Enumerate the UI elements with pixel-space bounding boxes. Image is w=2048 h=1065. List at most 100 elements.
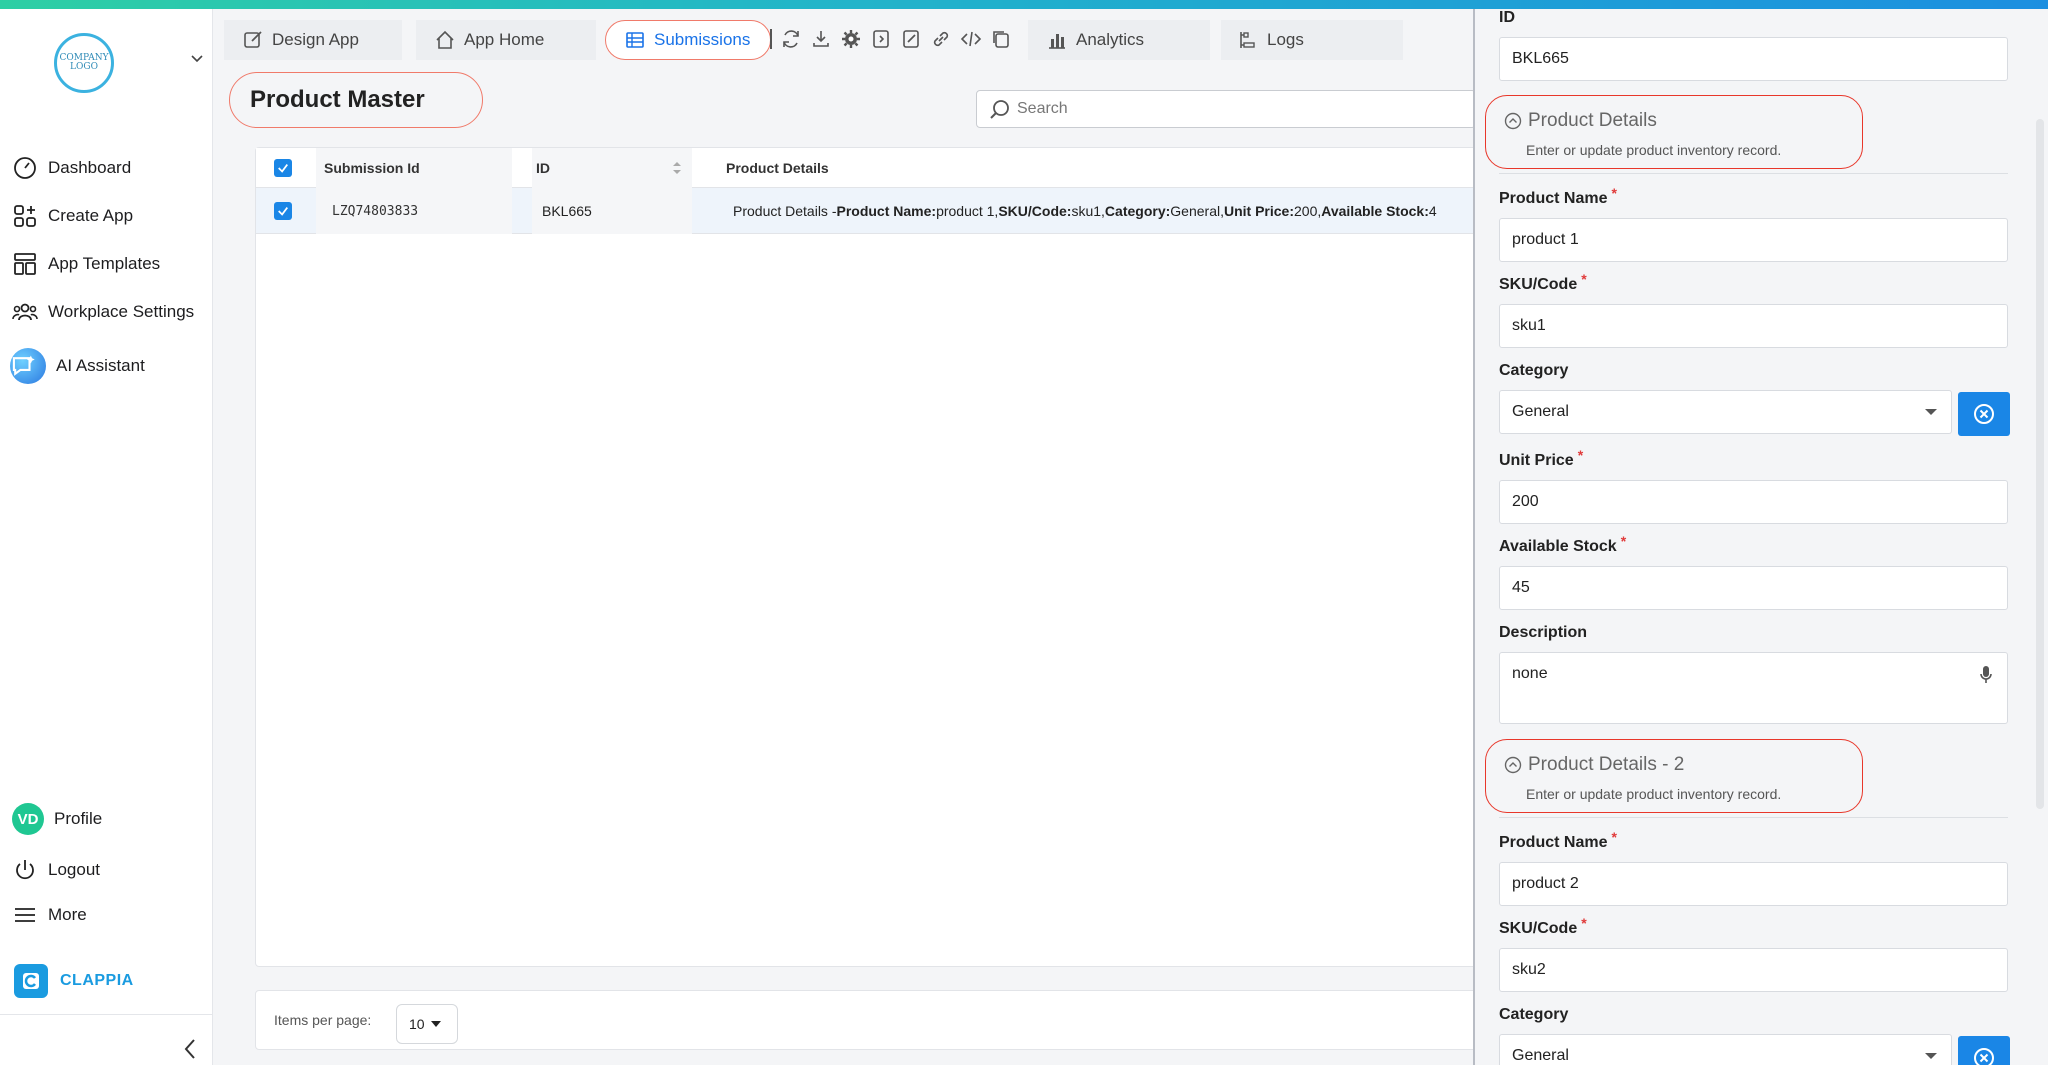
chevron-up-circle-icon [1504, 112, 1522, 130]
chevron-down-icon[interactable] [190, 51, 204, 65]
sku-2-field[interactable]: sku2 [1499, 948, 2008, 992]
tab-submissions[interactable]: Submissions [605, 20, 771, 60]
bar-chart-icon [1049, 34, 1065, 49]
pagination-bar: Items per page: 10 [255, 990, 1480, 1050]
brand: CLAPPIA [14, 964, 134, 998]
section-title-text: Product Details - 2 [1528, 754, 1685, 775]
tab-design-app[interactable]: Design App [224, 20, 402, 60]
search-input[interactable] [1017, 100, 1417, 118]
caret-down-icon [1925, 1053, 1937, 1059]
sidebar-item-more[interactable]: More [12, 900, 87, 930]
sidebar-item-label: App Templates [48, 254, 161, 273]
cell-submission-id[interactable]: LZQ74803833 [316, 188, 512, 234]
edit-document-icon[interactable] [900, 28, 922, 50]
toolbar [770, 28, 1020, 50]
table-list-icon [626, 32, 644, 48]
company-logo-text: COMPANY LOGO [59, 53, 109, 72]
download-icon[interactable] [810, 28, 832, 50]
row-checkbox[interactable] [274, 188, 296, 234]
copy-icon[interactable] [990, 28, 1012, 50]
section-subtitle: Enter or update product inventory record… [1526, 142, 1782, 158]
close-circle-icon [1974, 1048, 1994, 1065]
close-circle-icon [1974, 404, 1994, 424]
available-stock-field[interactable]: 45 [1499, 566, 2008, 610]
tab-app-home[interactable]: App Home [416, 20, 596, 60]
product-name-field[interactable]: product 1 [1499, 218, 2008, 262]
link-icon[interactable] [930, 28, 952, 50]
category-2-label: Category [1499, 1006, 1569, 1023]
items-per-page-label: Items per page: [274, 1012, 372, 1028]
avatar: VD [12, 803, 44, 835]
sku-field[interactable]: sku1 [1499, 304, 2008, 348]
details-value: 4 [1428, 203, 1437, 219]
sidebar-item-profile[interactable]: VD Profile [12, 803, 102, 835]
section-subtitle: Enter or update product inventory record… [1526, 786, 1782, 802]
clear-category-2-button[interactable] [1958, 1036, 2010, 1065]
toolbar-separator [770, 29, 772, 49]
chevron-left-icon[interactable] [180, 1037, 200, 1061]
items-per-page-select[interactable]: 10 [396, 1004, 458, 1044]
sort-icon[interactable] [672, 161, 682, 175]
chevron-up-circle-icon [1504, 756, 1522, 774]
category-value: General [1512, 1047, 1569, 1064]
template-layout-icon [14, 253, 36, 275]
category-value: General [1512, 403, 1569, 420]
category-label: Category [1499, 362, 1569, 379]
details-value: sku1, [1071, 203, 1105, 219]
id-label: ID [1499, 9, 1515, 26]
hamburger-menu-icon [15, 908, 35, 922]
label-text: Available Stock [1499, 538, 1617, 555]
product-name-label: Product Name * [1499, 185, 1617, 208]
sidebar-item-workplace-settings[interactable]: Workplace Settings [12, 297, 194, 327]
tab-logs[interactable]: Logs [1221, 20, 1403, 60]
submission-detail-panel: ID BKL665 Product Details Enter or updat… [1473, 9, 2048, 1065]
details-value: 200, [1294, 203, 1322, 219]
microphone-icon[interactable] [1979, 665, 1993, 685]
table-row[interactable]: LZQ74803833 BKL665 Product Details - Pro… [256, 188, 1481, 234]
panel-scrollbar[interactable] [2036, 119, 2044, 809]
sidebar-item-label: Workplace Settings [48, 302, 195, 321]
ai-assistant-icon [10, 348, 46, 384]
product-name-2-label: Product Name * [1499, 829, 1617, 852]
sidebar-item-logout[interactable]: Logout [12, 855, 100, 885]
column-header-product-details[interactable]: Product Details [726, 148, 1026, 188]
required-asterisk: * [1577, 447, 1584, 463]
section-product-details-2[interactable]: Product Details - 2 Enter or update prod… [1485, 739, 1863, 813]
required-asterisk: * [1620, 533, 1627, 549]
sidebar-item-ai-assistant[interactable]: AI Assistant [10, 348, 145, 384]
clear-category-button[interactable] [1958, 392, 2010, 436]
section-title-text: Product Details [1528, 110, 1657, 131]
code-file-icon[interactable] [870, 28, 892, 50]
checkbox-checked-icon [274, 202, 292, 220]
description-value: none [1512, 665, 1548, 682]
details-value: product 1, [936, 203, 999, 219]
search-icon [990, 100, 1009, 119]
gear-icon[interactable] [840, 28, 862, 50]
column-header-label: Submission Id [324, 160, 420, 176]
power-icon [16, 860, 34, 880]
tab-label: Logs [1267, 30, 1304, 49]
product-name-2-field[interactable]: product 2 [1499, 862, 2008, 906]
section-product-details[interactable]: Product Details Enter or update product … [1485, 95, 1863, 169]
tab-analytics[interactable]: Analytics [1028, 20, 1210, 60]
column-header-submission-id[interactable]: Submission Id [316, 148, 555, 188]
search-box[interactable] [976, 90, 1476, 128]
embed-code-icon[interactable] [960, 28, 982, 50]
sidebar-item-app-templates[interactable]: App Templates [12, 249, 160, 279]
items-per-page-value: 10 [409, 1016, 425, 1032]
unit-price-field[interactable]: 200 [1499, 480, 2008, 524]
required-asterisk: * [1581, 915, 1587, 931]
refresh-icon[interactable] [780, 28, 802, 50]
description-textarea[interactable]: none [1499, 652, 2008, 724]
users-group-icon [12, 303, 38, 321]
company-logo[interactable]: COMPANY LOGO [54, 33, 114, 93]
select-all-checkbox[interactable] [274, 148, 296, 188]
category-select[interactable]: General [1499, 390, 1952, 434]
category-2-select[interactable]: General [1499, 1034, 1952, 1065]
sidebar-item-dashboard[interactable]: Dashboard [12, 153, 131, 183]
sidebar-item-create-app[interactable]: Create App [12, 201, 133, 231]
column-header-id[interactable]: ID [532, 148, 692, 188]
id-field[interactable]: BKL665 [1499, 37, 2008, 81]
details-key: SKU/Code: [998, 203, 1072, 219]
checkbox-checked-icon [274, 159, 292, 177]
